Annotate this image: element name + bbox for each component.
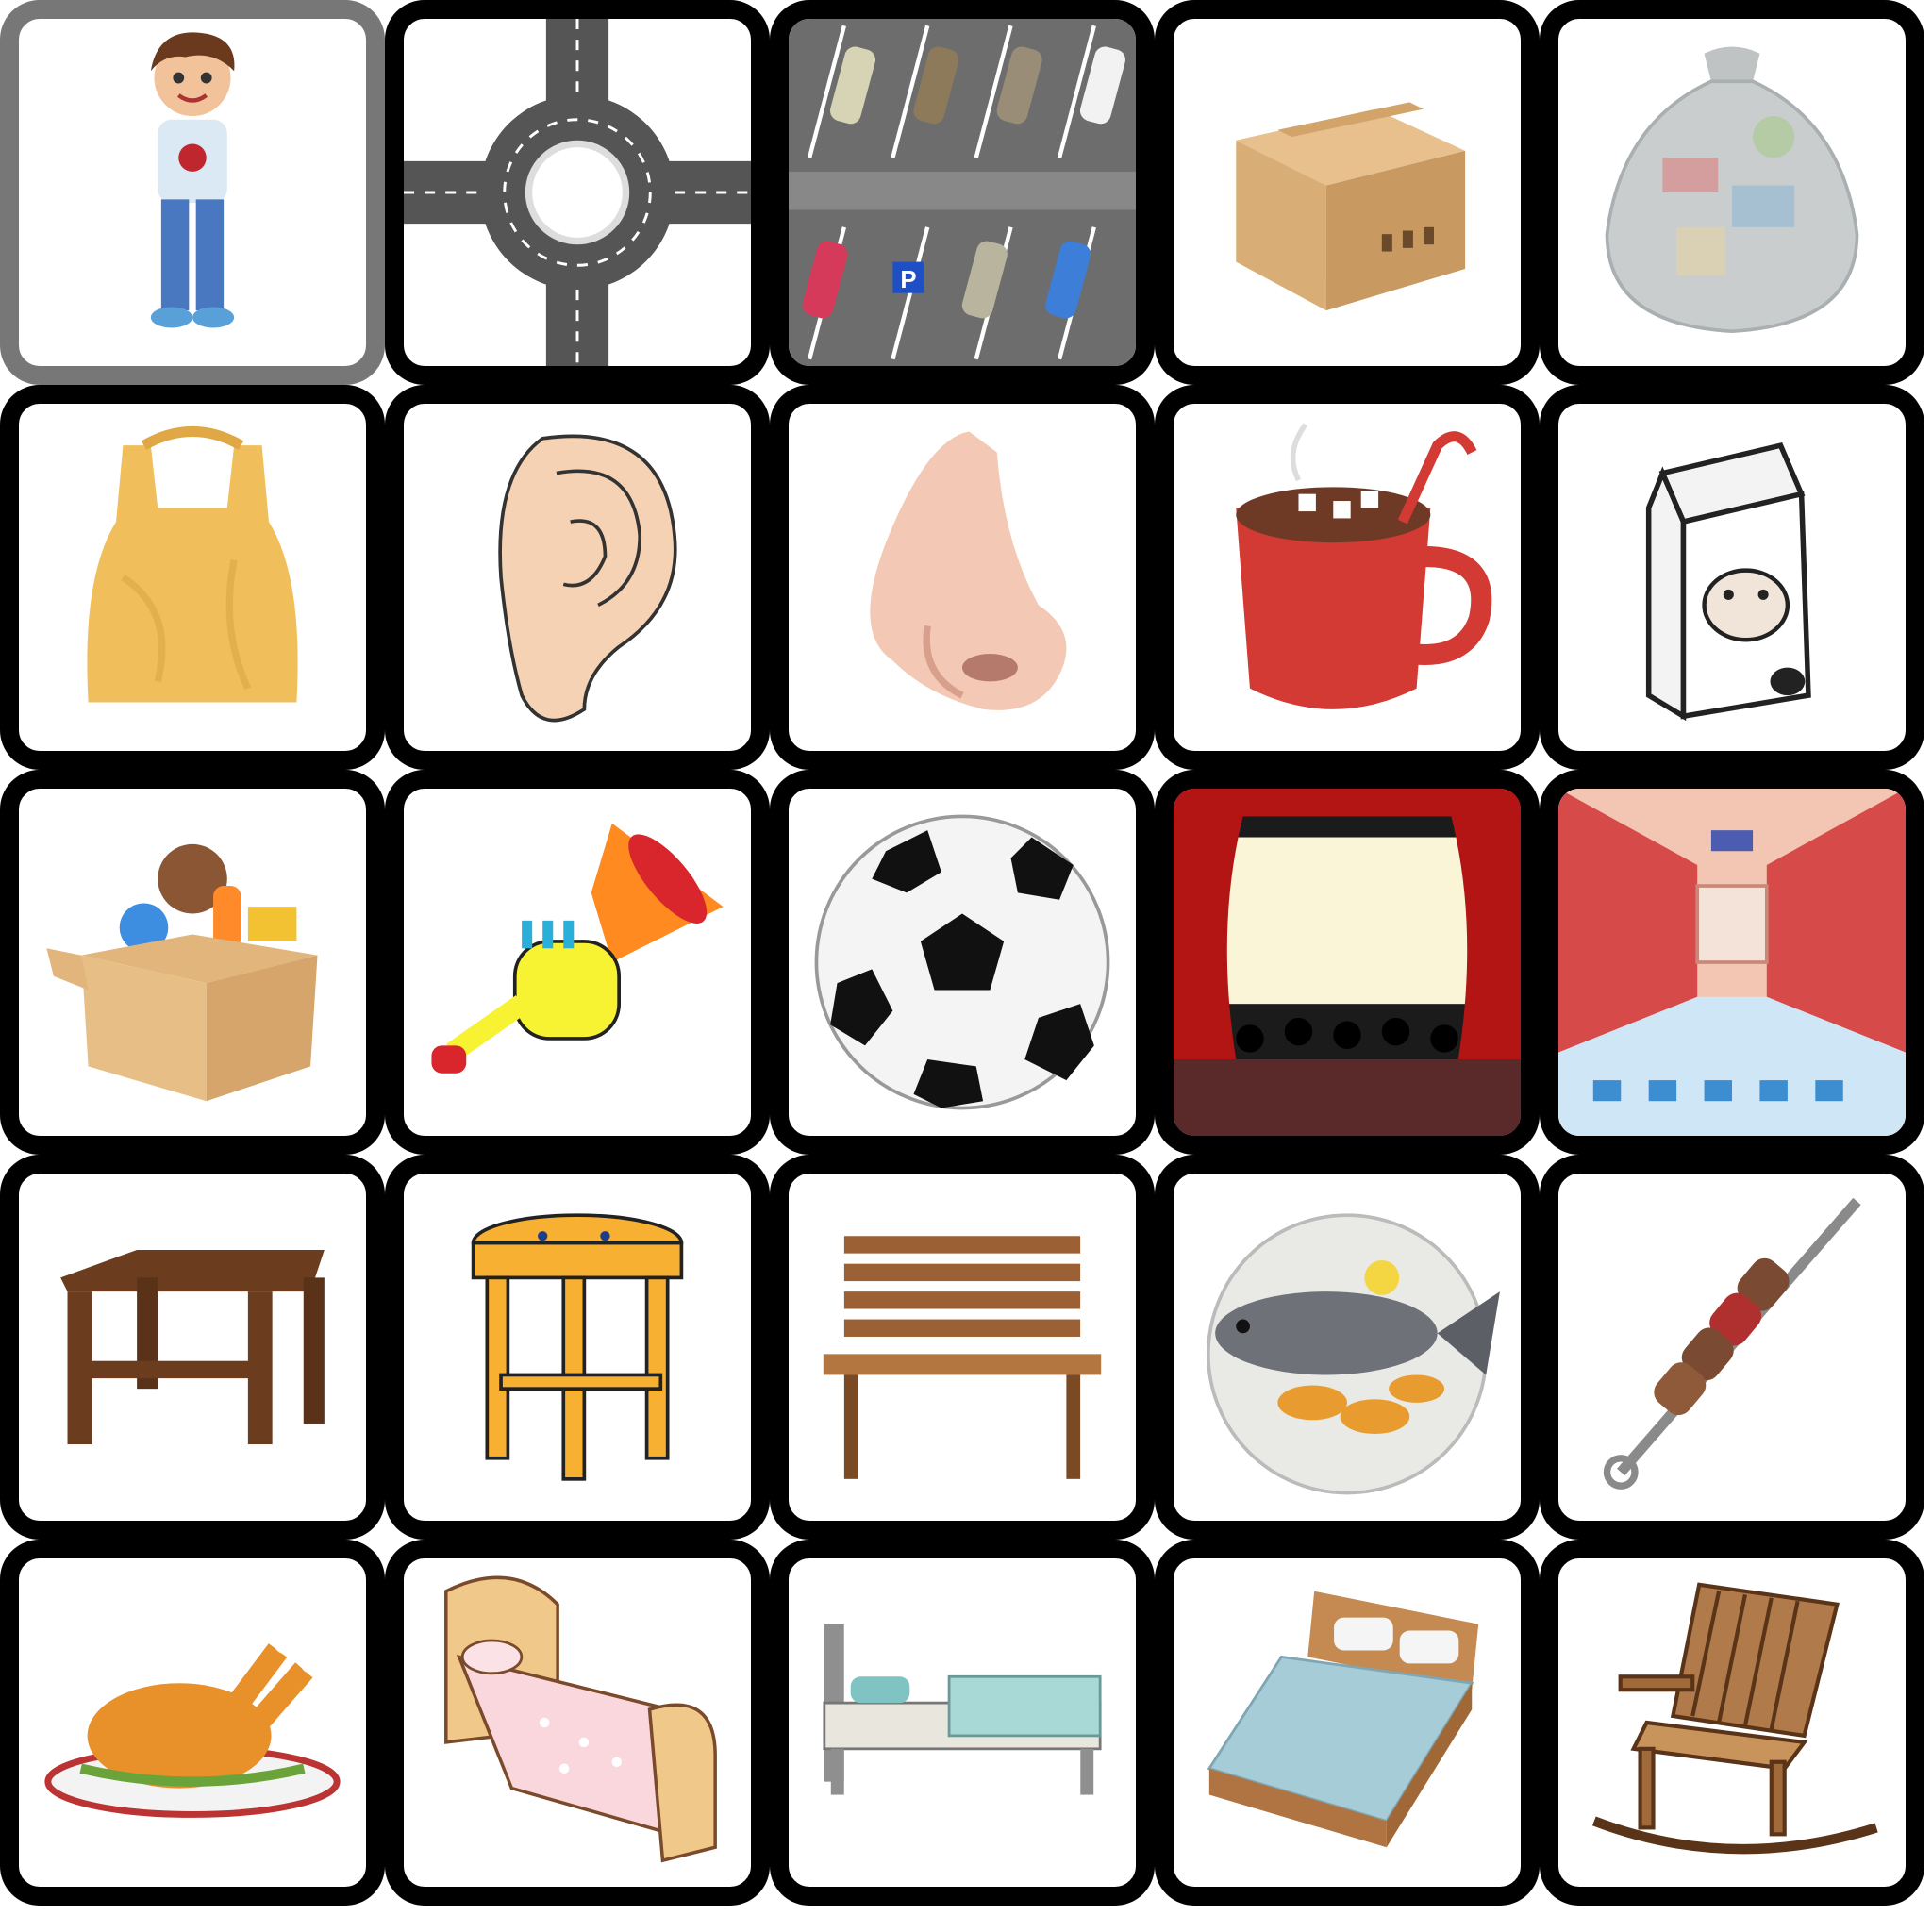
milk-carton-icon — [1645, 441, 1811, 722]
toy-trumpet-icon — [431, 823, 724, 1074]
tile-stool[interactable] — [385, 1155, 770, 1540]
kids-bed-icon — [444, 1575, 717, 1863]
plastic-bag-icon — [87, 426, 298, 703]
tile-ear[interactable] — [385, 385, 770, 770]
tile-parking-lot[interactable]: P — [770, 0, 1155, 385]
cinema-icon — [1174, 789, 1521, 1136]
tile-boy[interactable] — [0, 0, 385, 385]
tile-small-table[interactable] — [0, 1155, 385, 1540]
double-bed-icon — [1207, 1591, 1479, 1848]
picture-board: P — [0, 0, 1932, 1932]
nose-icon — [870, 431, 1067, 710]
tile-roundabout[interactable] — [385, 0, 770, 385]
tile-nose[interactable] — [770, 385, 1155, 770]
tile-soccer-ball[interactable] — [770, 770, 1155, 1155]
trash-bag-icon — [1605, 46, 1859, 334]
single-bed-icon — [823, 1624, 1102, 1795]
tile-trash-bag[interactable] — [1540, 0, 1924, 385]
stool-icon — [471, 1213, 684, 1481]
tile-rocking-chair[interactable] — [1540, 1540, 1924, 1906]
tile-double-bed[interactable] — [1155, 1540, 1540, 1906]
hot-chocolate-icon — [1236, 423, 1492, 709]
tile-toy-trumpet[interactable] — [385, 770, 770, 1155]
tile-milk-carton[interactable] — [1540, 385, 1924, 770]
supermarket-aisle-icon — [1558, 789, 1906, 1136]
roast-chicken-icon — [44, 1634, 341, 1818]
soccer-ball-icon — [814, 814, 1110, 1110]
bench-icon — [823, 1236, 1102, 1479]
tile-supermarket-aisle[interactable] — [1540, 770, 1924, 1155]
cardboard-box-icon — [1236, 102, 1466, 311]
roundabout-icon — [404, 19, 751, 366]
tile-toy-box[interactable] — [0, 770, 385, 1155]
tile-kids-bed[interactable] — [385, 1540, 770, 1906]
parking-sign: P — [900, 267, 916, 293]
small-table-icon — [60, 1249, 325, 1445]
rocking-chair-icon — [1591, 1582, 1878, 1855]
tile-fish-plate[interactable] — [1155, 1155, 1540, 1540]
tile-roast-chicken[interactable] — [0, 1540, 385, 1906]
parking-lot-icon: P — [789, 19, 1136, 366]
toy-box-icon — [46, 843, 318, 1102]
tile-single-bed[interactable] — [770, 1540, 1155, 1906]
tile-cardboard-box[interactable] — [1155, 0, 1540, 385]
tile-hot-chocolate[interactable] — [1155, 385, 1540, 770]
tile-plastic-bag[interactable] — [0, 385, 385, 770]
kebab-skewer-icon — [1603, 1197, 1861, 1490]
fish-plate-icon — [1206, 1213, 1500, 1495]
boy-icon — [150, 32, 235, 328]
tile-cinema[interactable] — [1155, 770, 1540, 1155]
tile-kebab-skewer[interactable] — [1540, 1155, 1924, 1540]
ear-icon — [498, 434, 677, 723]
tile-bench[interactable] — [770, 1155, 1155, 1540]
